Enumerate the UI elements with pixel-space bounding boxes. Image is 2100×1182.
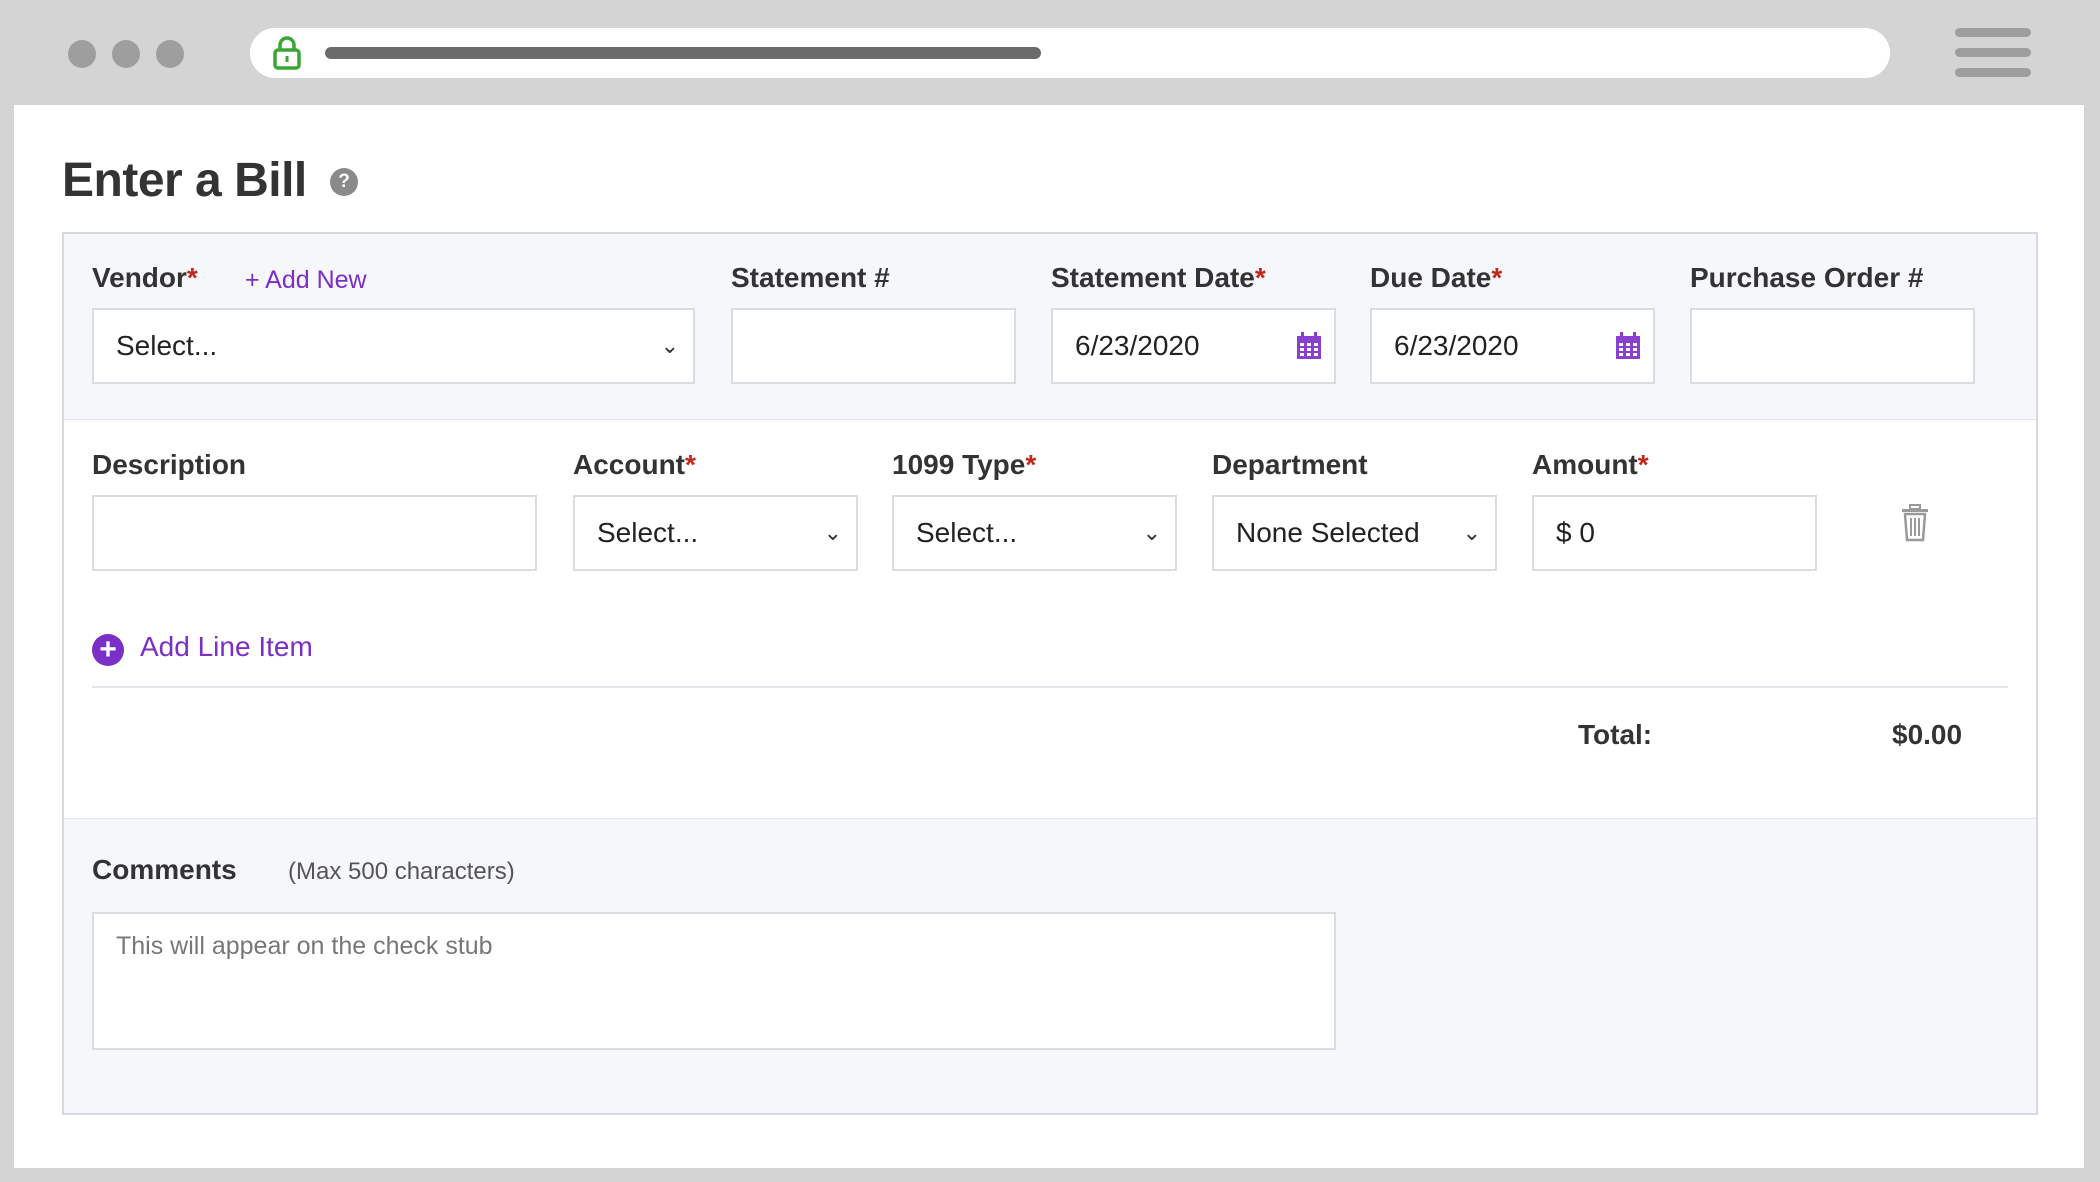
calendar-icon[interactable] <box>1296 332 1322 360</box>
bill-form: Vendor* + Add New Select... ⌄ Statement #… <box>62 232 2038 1115</box>
comments-textarea[interactable]: This will appear on the check stub <box>92 912 1336 1050</box>
comments-label: Comments <box>92 854 237 885</box>
window-maximize-dot[interactable] <box>156 40 184 68</box>
currency-symbol: $ <box>1556 517 1572 548</box>
window-close-dot[interactable] <box>68 40 96 68</box>
account-select[interactable]: Select... ⌄ <box>573 495 858 571</box>
total-label: Total: <box>1578 719 1653 750</box>
bill-header-section: Vendor* + Add New Select... ⌄ Statement #… <box>64 234 2036 420</box>
browser-chrome <box>0 0 2100 105</box>
amount-label: Amount* <box>1532 449 1649 480</box>
vendor-label: Vendor* <box>92 262 198 293</box>
help-icon[interactable]: ? <box>330 168 358 196</box>
statement-date-input[interactable]: 6/23/2020 <box>1051 308 1336 384</box>
page-title: Enter a Bill <box>62 154 307 207</box>
chevron-down-icon: ⌄ <box>1142 520 1161 545</box>
description-label: Description <box>92 449 247 480</box>
total-value: $0.00 <box>1892 719 1963 750</box>
divider <box>92 686 2008 688</box>
statement-number-label: Statement # <box>731 262 890 293</box>
window-minimize-dot[interactable] <box>112 40 140 68</box>
page-content: Enter a Bill ? Vendor* + Add New Select.… <box>14 105 2084 1168</box>
purchase-order-label: Purchase Order # <box>1690 262 1924 293</box>
account-label: Account* <box>573 449 696 480</box>
trash-icon[interactable] <box>1899 504 1931 542</box>
due-date-label: Due Date* <box>1370 262 1503 293</box>
type-1099-label: 1099 Type* <box>892 449 1037 480</box>
chevron-down-icon: ⌄ <box>1462 520 1481 545</box>
due-date-input[interactable]: 6/23/2020 <box>1370 308 1655 384</box>
comments-max-note: (Max 500 characters) <box>288 858 515 885</box>
description-input[interactable] <box>92 495 537 571</box>
vendor-select[interactable]: Select... ⌄ <box>92 308 695 384</box>
lock-icon <box>273 36 301 70</box>
url-text-placeholder <box>325 47 1041 59</box>
statement-number-input[interactable] <box>731 308 1016 384</box>
calendar-icon[interactable] <box>1615 332 1641 360</box>
plus-circle-icon: + <box>92 634 124 666</box>
purchase-order-input[interactable] <box>1690 308 1975 384</box>
department-select[interactable]: None Selected ⌄ <box>1212 495 1497 571</box>
amount-input[interactable]: $ 0 <box>1532 495 1817 571</box>
chevron-down-icon: ⌄ <box>660 333 679 358</box>
add-line-item-label: Add Line Item <box>140 631 313 662</box>
chevron-down-icon: ⌄ <box>823 520 842 545</box>
add-new-vendor-link[interactable]: + Add New <box>245 266 367 295</box>
statement-date-label: Statement Date* <box>1051 262 1266 293</box>
department-label: Department <box>1212 449 1368 480</box>
type-1099-select[interactable]: Select... ⌄ <box>892 495 1177 571</box>
